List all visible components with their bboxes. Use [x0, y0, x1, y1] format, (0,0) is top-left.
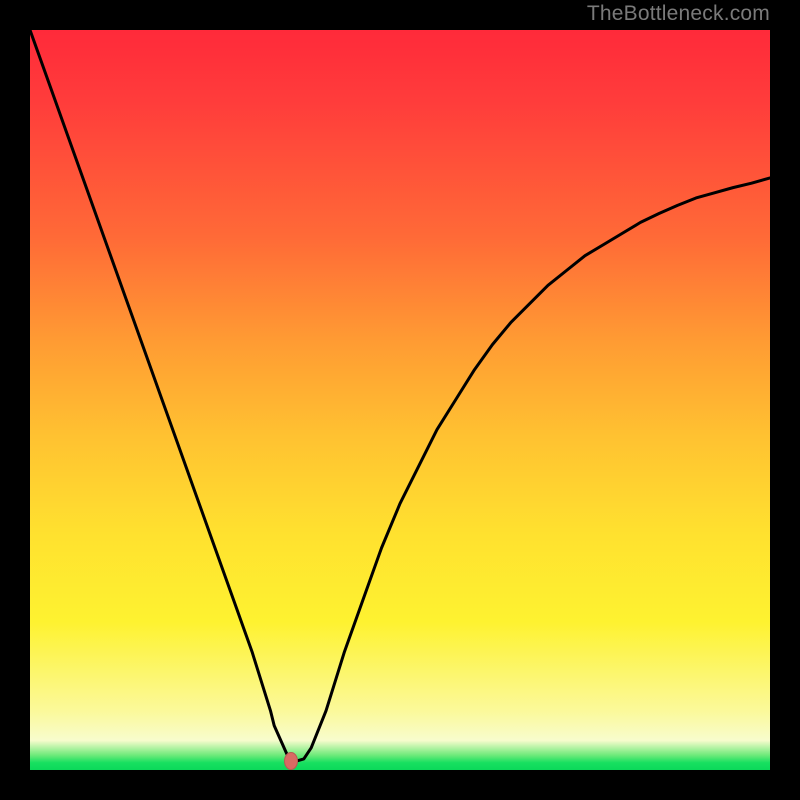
- curve-svg: [30, 30, 770, 770]
- watermark-text: TheBottleneck.com: [587, 2, 770, 26]
- chart-frame: TheBottleneck.com: [0, 0, 800, 800]
- plot-area: [30, 30, 770, 770]
- bottleneck-curve: [30, 30, 770, 761]
